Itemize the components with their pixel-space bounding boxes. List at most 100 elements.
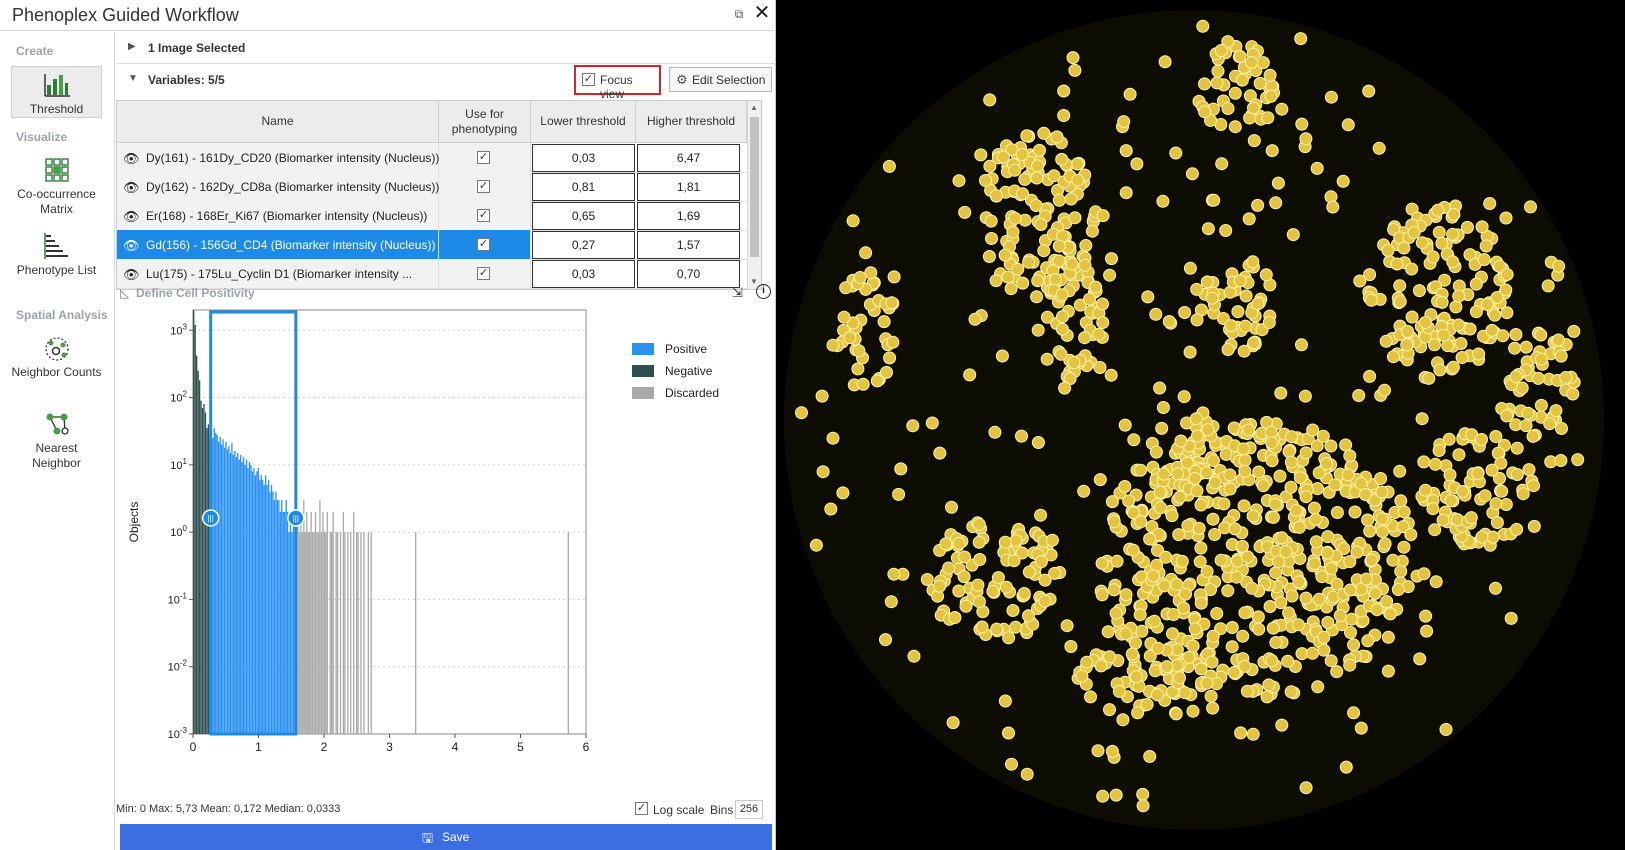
lower-threshold-field[interactable]: 0,65 xyxy=(532,202,635,230)
histogram-bar xyxy=(309,532,311,734)
table-scrollbar[interactable]: ▲ ▼ xyxy=(747,101,761,289)
cell-marker xyxy=(856,377,870,391)
col-header-higher[interactable]: Higher threshold xyxy=(636,101,747,143)
eye-icon[interactable]: 👁 xyxy=(123,209,140,225)
expand-caret-icon[interactable]: ▶ xyxy=(128,41,136,52)
cell-marker xyxy=(1317,630,1331,644)
cell-marker xyxy=(1192,521,1206,535)
cell-marker xyxy=(1534,352,1548,366)
cell-marker xyxy=(1190,282,1204,296)
y-tick-label: 101 xyxy=(170,457,187,472)
cell-marker xyxy=(1060,619,1074,633)
higher-threshold-field[interactable]: 1,69 xyxy=(637,202,740,230)
cell-marker xyxy=(1397,505,1411,519)
threshold-handle-grip: ||| xyxy=(293,514,299,523)
cell-image[interactable] xyxy=(776,0,1625,850)
eye-icon[interactable]: 👁 xyxy=(123,151,140,167)
higher-threshold-field[interactable]: 1,57 xyxy=(637,231,740,259)
export-icon[interactable]: ⇲ xyxy=(732,285,743,301)
tool-phenotype-list[interactable]: Phenotype List xyxy=(11,232,102,296)
eye-icon[interactable]: 👁 xyxy=(123,180,140,196)
cell-marker xyxy=(1116,713,1130,727)
lower-threshold-field[interactable]: 0,27 xyxy=(532,231,635,259)
cell-marker xyxy=(1404,528,1418,542)
table-row[interactable]: 👁 Dy(161) - 161Dy_CD20 (Biomarker intensi… xyxy=(117,143,761,173)
col-header-lower[interactable]: Lower threshold xyxy=(531,101,636,143)
cell-marker xyxy=(952,536,966,550)
cell-marker xyxy=(1228,522,1242,536)
cell-name[interactable]: 👁 Er(168) - 168Er_Ki67 (Biomarker intensi… xyxy=(117,201,439,230)
stats-text: Min: 0 Max: 5,73 Mean: 0,172 Median: 0,0… xyxy=(116,803,341,815)
higher-threshold-field[interactable]: 6,47 xyxy=(637,144,740,172)
tool-nearest-neighbor[interactable]: Nearest Neighbor xyxy=(11,410,102,474)
cell-marker xyxy=(1020,767,1034,781)
log-scale-checkbox[interactable]: ✓ xyxy=(635,802,648,815)
table-row[interactable]: 👁 Dy(162) - 162Dy_CD8a (Biomarker intensi… xyxy=(117,172,761,202)
edit-selection-button[interactable]: ⚙ Edit Selection xyxy=(669,67,772,92)
focus-view-checkbox[interactable]: ✓ xyxy=(582,73,595,86)
close-icon[interactable]: ✕ xyxy=(752,3,772,23)
cell-marker xyxy=(1066,51,1080,65)
tool-threshold[interactable]: Threshold xyxy=(11,66,102,118)
lower-threshold-field[interactable]: 0,81 xyxy=(532,173,635,201)
cell-marker xyxy=(1057,109,1071,122)
variable-name: Dy(161) - 161Dy_CD20 (Biomarker intensit… xyxy=(146,151,440,165)
histogram-bar xyxy=(275,491,277,734)
use-for-phenotyping-checkbox[interactable]: ✓ xyxy=(477,180,490,193)
cell-marker xyxy=(1157,579,1171,593)
higher-threshold-field[interactable]: 1,81 xyxy=(637,173,740,201)
cell-marker xyxy=(1118,418,1132,432)
cell-marker xyxy=(1217,497,1231,511)
cell-marker xyxy=(1208,476,1222,490)
x-tick-label: 1 xyxy=(255,740,262,754)
cell-marker xyxy=(1079,239,1093,252)
cell-marker xyxy=(1064,640,1078,653)
cell-marker xyxy=(1527,479,1540,493)
cell-marker xyxy=(957,570,971,584)
images-section-header[interactable]: ▶ 1 Image Selected xyxy=(116,32,776,64)
table-row[interactable]: 👁 Gd(156) - 156Gd_CD4 (Biomarker intensit… xyxy=(117,230,761,260)
col-header-name[interactable]: Name xyxy=(117,101,439,143)
cell-name[interactable]: 👁 Dy(162) - 162Dy_CD8a (Biomarker intensi… xyxy=(117,172,439,201)
cell-marker xyxy=(1386,350,1400,364)
bins-input[interactable]: 256 xyxy=(735,800,763,819)
image-viewer[interactable] xyxy=(776,0,1625,850)
cell-marker xyxy=(1206,629,1220,643)
tool-cooccurrence-matrix[interactable]: Co-occurrence Matrix xyxy=(11,156,102,220)
cell-marker xyxy=(1154,501,1168,515)
cell-marker xyxy=(1496,329,1510,343)
col-header-use[interactable]: Use for phenotyping xyxy=(439,101,531,143)
info-icon[interactable]: i xyxy=(756,284,771,299)
lower-threshold-field[interactable]: 0,03 xyxy=(532,144,635,172)
tool-neighbor-counts[interactable]: Neighbor Counts xyxy=(11,334,102,398)
cell-marker xyxy=(1551,333,1565,347)
cell-marker xyxy=(1096,789,1110,803)
cell-marker xyxy=(1552,259,1566,273)
cell-marker xyxy=(1169,146,1183,160)
cell-marker xyxy=(1228,120,1242,134)
use-for-phenotyping-checkbox[interactable]: ✓ xyxy=(477,238,490,251)
cell-marker xyxy=(1428,523,1442,537)
collapse-caret-icon[interactable]: ▼ xyxy=(128,73,138,84)
scroll-up-icon[interactable]: ▲ xyxy=(750,103,758,112)
scroll-thumb[interactable] xyxy=(750,117,759,257)
use-for-phenotyping-checkbox[interactable]: ✓ xyxy=(477,151,490,164)
eye-icon[interactable]: 👁 xyxy=(123,267,140,283)
cell-marker xyxy=(1103,268,1117,282)
table-row[interactable]: 👁 Er(168) - 168Er_Ki67 (Biomarker intensi… xyxy=(117,201,761,231)
cell-marker xyxy=(892,487,906,501)
popout-icon[interactable]: ⧉ xyxy=(731,6,747,22)
save-button[interactable]: 🖫 Save xyxy=(120,824,772,850)
eye-icon[interactable]: 👁 xyxy=(123,238,140,254)
cell-marker xyxy=(1407,226,1421,240)
cell-name[interactable]: 👁 Gd(156) - 156Gd_CD4 (Biomarker intensit… xyxy=(117,230,439,259)
focus-view-toggle[interactable]: ✓ Focus view xyxy=(574,65,661,101)
histogram-bar xyxy=(304,532,306,734)
cell-marker xyxy=(1204,689,1218,703)
cell-marker xyxy=(1271,176,1285,190)
use-for-phenotyping-checkbox[interactable]: ✓ xyxy=(477,267,490,280)
cell-name[interactable]: 👁 Dy(161) - 161Dy_CD20 (Biomarker intensi… xyxy=(117,143,439,172)
cell-marker xyxy=(1311,680,1325,694)
histogram-bar xyxy=(357,532,359,734)
use-for-phenotyping-checkbox[interactable]: ✓ xyxy=(477,209,490,222)
